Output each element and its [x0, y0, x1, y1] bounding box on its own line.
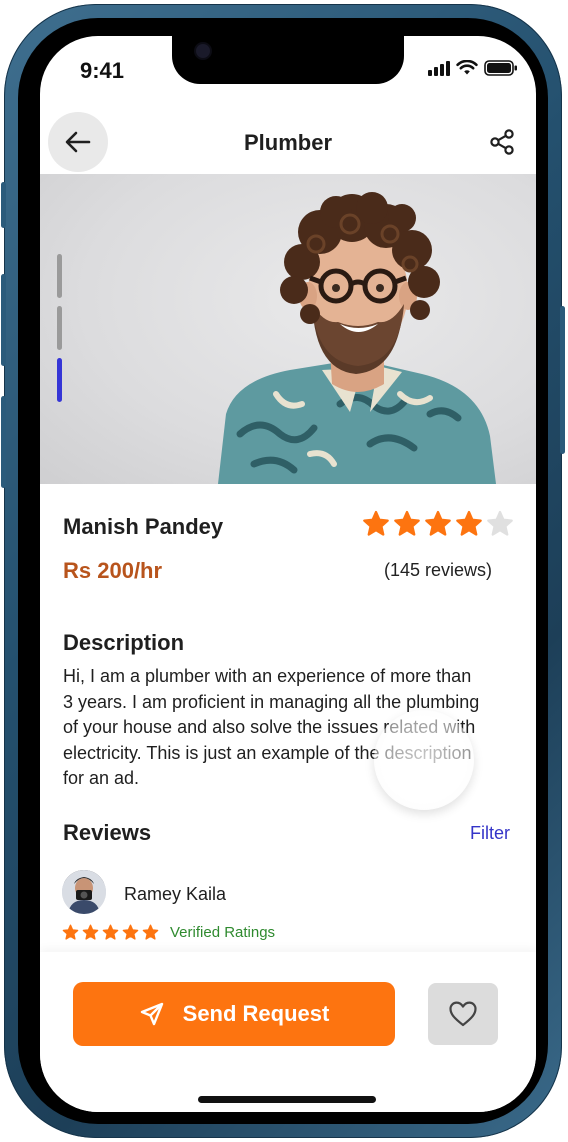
description-title: Description — [63, 630, 185, 655]
hourly-price: Rs 200/hr — [63, 558, 163, 583]
favorite-button[interactable] — [428, 983, 498, 1045]
star-filled-icon — [122, 924, 139, 940]
battery-icon — [484, 60, 517, 76]
reviews-count: (145 reviews) — [383, 560, 492, 580]
star-filled-icon — [82, 924, 99, 940]
star-filled-icon — [142, 924, 159, 940]
provider-name: Manish Pandey — [63, 514, 224, 539]
filter-link[interactable]: Filter — [470, 823, 510, 844]
home-indicator[interactable] — [198, 1096, 376, 1103]
front-camera — [196, 44, 210, 58]
share-icon — [490, 129, 514, 155]
status-time: 9:41 — [80, 58, 125, 83]
star-filled-icon — [456, 510, 482, 536]
profile-photo[interactable] — [40, 174, 536, 484]
avatar — [62, 870, 106, 914]
send-request-label: Send Request — [182, 1001, 330, 1026]
pager-dot[interactable] — [57, 254, 62, 298]
star-filled-icon — [394, 510, 420, 536]
side-button-mute — [1, 182, 6, 228]
star-filled-icon — [363, 510, 389, 536]
star-filled-icon — [102, 924, 119, 940]
side-button-volume-up — [1, 274, 6, 366]
rating-stars — [362, 510, 514, 538]
pager-dot-active[interactable] — [57, 358, 62, 402]
phone-frame: 9:41 Plumber Manish Pandey Rs 200/hr (14… — [1, 4, 565, 1138]
pager-dot[interactable] — [57, 306, 62, 350]
send-request-button[interactable]: Send Request — [73, 982, 395, 1046]
reviewer-name: Ramey Kaila — [124, 884, 227, 904]
reviews-title: Reviews — [63, 820, 152, 845]
review-rating-stars — [62, 924, 159, 941]
avatar-image — [62, 870, 106, 914]
star-filled-icon — [62, 924, 79, 940]
side-button-volume-down — [1, 396, 6, 488]
app-header: Plumber — [40, 106, 536, 174]
status-icons — [428, 60, 518, 76]
share-button[interactable] — [488, 128, 516, 156]
star-filled-icon — [425, 510, 451, 536]
signal-icon — [428, 60, 450, 76]
app-screen: 9:41 Plumber Manish Pandey Rs 200/hr (14… — [40, 36, 536, 1112]
heart-outline-icon — [449, 1001, 477, 1027]
profile-photo-illustration — [218, 192, 496, 484]
page-title: Plumber — [243, 130, 333, 155]
star-empty-icon — [487, 510, 513, 536]
side-button-power — [560, 306, 565, 454]
touch-indicator — [374, 710, 474, 810]
notch — [172, 36, 404, 84]
wifi-icon — [456, 60, 478, 75]
gallery-pager[interactable] — [57, 254, 62, 402]
verified-badge: Verified Ratings — [170, 924, 276, 941]
send-icon — [140, 1002, 163, 1026]
